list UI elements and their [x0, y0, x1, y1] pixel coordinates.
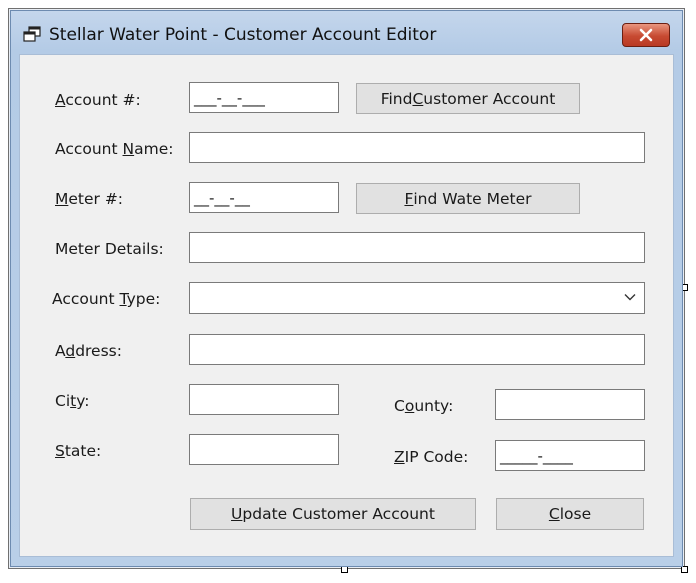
title-bar[interactable]: Stellar Water Point - Customer Account E…	[11, 11, 682, 55]
resize-handle-corner[interactable]	[681, 566, 688, 573]
meter-details-label: Meter Details:	[55, 240, 164, 258]
city-input[interactable]	[189, 384, 339, 415]
form-client-area: Account #: ___-__-___ Find Customer Acco…	[19, 54, 674, 557]
account-type-combobox[interactable]	[189, 282, 645, 314]
meter-number-input[interactable]: __-__-__	[189, 182, 339, 213]
update-customer-account-button[interactable]: Update Customer Account	[190, 498, 476, 530]
customer-account-editor-window: Stellar Water Point - Customer Account E…	[10, 10, 683, 567]
meter-details-input[interactable]	[189, 232, 645, 263]
account-number-input[interactable]: ___-__-___	[189, 82, 339, 113]
county-input[interactable]	[495, 389, 645, 420]
address-input[interactable]	[189, 334, 645, 365]
meter-number-label: Meter #:	[55, 190, 124, 208]
city-label: City:	[55, 392, 90, 410]
account-name-label: Account Name:	[55, 140, 174, 158]
account-name-input[interactable]	[189, 132, 645, 163]
county-label: County:	[394, 397, 454, 415]
chevron-down-icon[interactable]	[624, 293, 636, 301]
find-customer-account-button[interactable]: Find Customer Account	[356, 83, 580, 114]
resize-handle-bottom[interactable]	[341, 566, 348, 573]
close-window-button[interactable]	[622, 23, 670, 47]
close-button[interactable]: Close	[496, 498, 644, 530]
account-number-label: Account #:	[55, 91, 141, 109]
zip-code-label: ZIP Code:	[394, 448, 469, 466]
account-type-label: Account Type:	[52, 290, 161, 308]
address-label: Address:	[55, 342, 122, 360]
window-title: Stellar Water Point - Customer Account E…	[49, 25, 437, 45]
zip-code-input[interactable]: _____-____	[495, 440, 645, 471]
state-label: State:	[55, 442, 102, 460]
application-icon	[23, 26, 41, 42]
find-water-meter-button[interactable]: Find Wate Meter	[356, 183, 580, 214]
state-input[interactable]	[189, 434, 339, 465]
close-icon	[639, 28, 653, 42]
